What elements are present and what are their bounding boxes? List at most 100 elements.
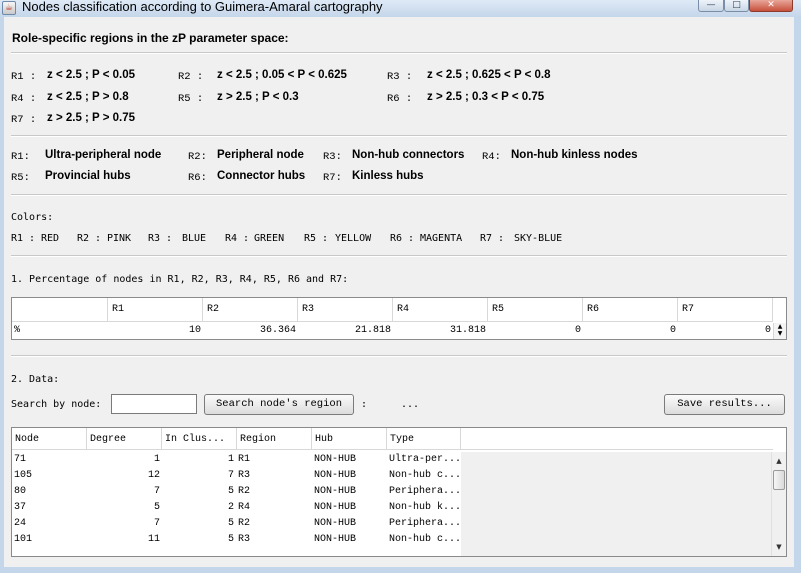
color-value: PINK [107, 233, 132, 244]
role-name: Kinless hubs [352, 170, 424, 182]
minimize-button[interactable]: — [698, 0, 724, 12]
region-label: R7 : [11, 114, 37, 126]
maximize-button[interactable]: □ [724, 0, 749, 12]
cell-hub: NON-HUB [314, 518, 357, 529]
column-header-type[interactable]: Type [387, 428, 461, 450]
color-label: R6 : [390, 233, 415, 244]
table-row[interactable]: 37 5 2 R4 NON-HUB Non-hub k... [12, 500, 461, 516]
colors-title: Colors: [11, 212, 54, 223]
cell-node: 80 [14, 486, 27, 497]
column-header[interactable] [12, 298, 108, 322]
region-condition: z < 2.5 ; 0.05 < P < 0.625 [217, 69, 347, 81]
window-content: Role-specific regions in the zP paramete… [4, 17, 794, 567]
cell-hub: NON-HUB [314, 534, 357, 545]
cell-degree: 1 [153, 454, 160, 465]
color-label: R5 : [304, 233, 329, 244]
table-row[interactable]: % 10 36.364 21.818 31.818 0 0 0 [12, 323, 773, 339]
data-table[interactable]: Node Degree In Clus... Region Hub Type 7… [11, 427, 787, 557]
separator [11, 194, 787, 196]
title-bar[interactable]: ☕ Nodes classification according to Guim… [0, 0, 801, 17]
table-row[interactable]: 80 7 5 R2 NON-HUB Periphera... [12, 484, 461, 500]
separator [11, 135, 787, 137]
cell-hub: NON-HUB [314, 486, 357, 497]
column-header[interactable]: R2 [203, 298, 298, 322]
separator [11, 255, 787, 257]
column-header[interactable]: R1 [108, 298, 203, 322]
role-name: Peripheral node [217, 149, 304, 161]
color-label: R3 : [148, 233, 173, 244]
cell-in-cluster: 5 [227, 518, 234, 529]
cell-type: Non-hub k... [389, 502, 461, 513]
search-region-button[interactable]: Search node's region [204, 394, 354, 415]
role-name: Non-hub connectors [352, 149, 465, 161]
column-header[interactable]: R7 [678, 298, 773, 322]
cell-degree: 5 [153, 502, 160, 513]
role-label: R4: [482, 151, 501, 163]
scroll-up-icon[interactable]: ▲ [774, 323, 786, 330]
cell-node: 101 [14, 534, 33, 545]
region-label: R4 : [11, 93, 37, 105]
table-cell: 0 [574, 325, 581, 336]
cell-region: R2 [238, 518, 251, 529]
column-header-degree[interactable]: Degree [87, 428, 162, 450]
column-header[interactable]: R4 [393, 298, 488, 322]
column-header-region[interactable]: Region [237, 428, 312, 450]
region-condition: z < 2.5 ; P > 0.8 [47, 91, 129, 103]
scroll-up-icon[interactable]: ▲ [772, 454, 786, 468]
region-label: R2 : [178, 71, 204, 83]
percentage-table[interactable]: R1 R2 R3 R4 R5 R6 R7 % 10 36.364 21.818 … [11, 297, 787, 340]
column-header-node[interactable]: Node [12, 428, 87, 450]
cell-hub: NON-HUB [314, 502, 357, 513]
close-button[interactable]: ✕ [749, 0, 793, 12]
table-cell: 21.818 [354, 325, 391, 336]
table-cell: 36.364 [259, 325, 296, 336]
table-cell: 31.818 [449, 325, 486, 336]
color-label: R4 : [225, 233, 250, 244]
table-row[interactable]: 24 7 5 R2 NON-HUB Periphera... [12, 516, 461, 532]
table-row[interactable]: 105 12 7 R3 NON-HUB Non-hub c... [12, 468, 461, 484]
vertical-scrollbar[interactable]: ▲ ▼ [771, 452, 786, 556]
region-condition: z > 2.5 ; P > 0.75 [47, 112, 136, 124]
search-label: Search by node: [11, 399, 102, 410]
column-header-hub[interactable]: Hub [312, 428, 387, 450]
role-label: R6: [188, 172, 207, 184]
scroll-thumb[interactable] [773, 470, 785, 490]
table-cell: % [14, 325, 21, 336]
cell-node: 71 [14, 454, 27, 465]
save-results-button[interactable]: Save results... [664, 394, 785, 415]
window-frame-right [794, 17, 801, 573]
color-value: SKY-BLUE [514, 233, 563, 244]
column-header[interactable]: R6 [583, 298, 678, 322]
region-condition: z < 2.5 ; P < 0.05 [47, 69, 136, 81]
color-value: YELLOW [335, 233, 372, 244]
cell-degree: 11 [147, 534, 160, 545]
color-label: R7 : [480, 233, 505, 244]
java-cup-icon: ☕ [2, 1, 16, 15]
cell-region: R1 [238, 454, 251, 465]
color-value: GREEN [254, 233, 285, 244]
cell-degree: 7 [153, 486, 160, 497]
table-cell: 10 [188, 325, 201, 336]
column-header-in-cluster[interactable]: In Clus... [162, 428, 237, 450]
search-input[interactable] [111, 394, 197, 414]
table-row[interactable]: 101 11 5 R3 NON-HUB Non-hub c... [12, 532, 461, 548]
cell-type: Non-hub c... [389, 534, 461, 545]
cell-type: Ultra-per... [389, 454, 461, 465]
role-label: R2: [188, 151, 207, 163]
scroll-down-icon[interactable]: ▼ [772, 540, 786, 554]
column-header[interactable]: R3 [298, 298, 393, 322]
color-value: MAGENTA [420, 233, 463, 244]
regions-title: Role-specific regions in the zP paramete… [12, 31, 289, 45]
window-frame-bottom [0, 567, 801, 573]
percentage-title: 1. Percentage of nodes in R1, R2, R3, R4… [11, 274, 349, 285]
region-condition: z > 2.5 ; 0.3 < P < 0.75 [427, 91, 545, 103]
scroll-down-icon[interactable]: ▼ [774, 330, 786, 337]
table-scroll-arrows[interactable]: ▲ ▼ [773, 323, 786, 339]
column-header[interactable]: R5 [488, 298, 583, 322]
region-condition: z < 2.5 ; 0.625 < P < 0.8 [427, 69, 551, 81]
window-title: Nodes classification according to Guimer… [22, 0, 383, 14]
role-label: R5: [11, 172, 30, 184]
table-cell: 0 [669, 325, 676, 336]
cell-type: Non-hub c... [389, 470, 461, 481]
table-row[interactable]: 71 1 1 R1 NON-HUB Ultra-per... [12, 452, 461, 468]
